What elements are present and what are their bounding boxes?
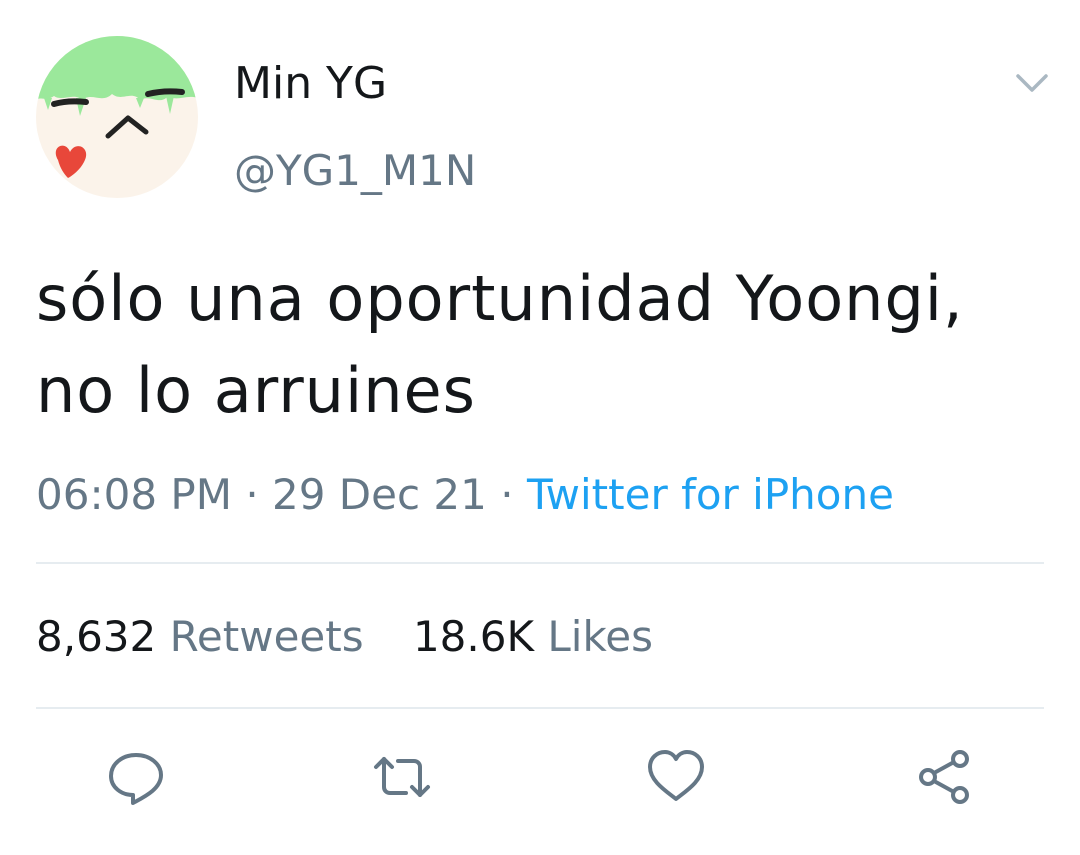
tweet-meta: 06:08 PM · 29 Dec 21 · Twitter for iPhon… (36, 470, 894, 520)
share-icon (919, 750, 969, 804)
divider (36, 707, 1044, 709)
heart-icon (648, 750, 704, 801)
retweet-button[interactable] (370, 745, 434, 809)
tweet-stats: 8,632 Retweets 18.6K Likes (36, 612, 653, 662)
tweet-card: Min YG @YG1_M1N sólo una oportunidad Yoo… (0, 0, 1080, 855)
like-button[interactable] (644, 745, 708, 809)
divider (36, 562, 1044, 564)
retweets-count: 8,632 (36, 612, 157, 661)
display-name[interactable]: Min YG (234, 62, 387, 106)
tweet-date: 29 Dec 21 (272, 470, 487, 519)
tweet-text-line: no lo arruines (36, 354, 476, 427)
likes-stat[interactable]: 18.6K Likes (413, 612, 653, 662)
tweet-time: 06:08 PM (36, 470, 232, 519)
tweet-text-line: sólo una oportunidad Yoongi, (36, 262, 964, 335)
share-button[interactable] (912, 745, 976, 809)
reply-button[interactable] (104, 745, 168, 809)
reply-icon (109, 753, 163, 805)
chevron-down-icon[interactable] (1012, 66, 1052, 98)
meta-separator: · (245, 470, 273, 519)
retweets-label: Retweets (169, 612, 364, 661)
tweet-text: sólo una oportunidad Yoongi, no lo arrui… (36, 253, 1046, 437)
retweets-stat[interactable]: 8,632 Retweets (36, 612, 364, 662)
likes-label: Likes (547, 612, 653, 661)
user-handle[interactable]: @YG1_M1N (234, 150, 476, 192)
meta-separator: · (500, 470, 527, 519)
retweet-icon (374, 757, 430, 797)
avatar[interactable] (36, 36, 198, 198)
tweet-source-link[interactable]: Twitter for iPhone (527, 470, 894, 519)
avatar-image (36, 36, 198, 198)
likes-count: 18.6K (412, 612, 535, 661)
